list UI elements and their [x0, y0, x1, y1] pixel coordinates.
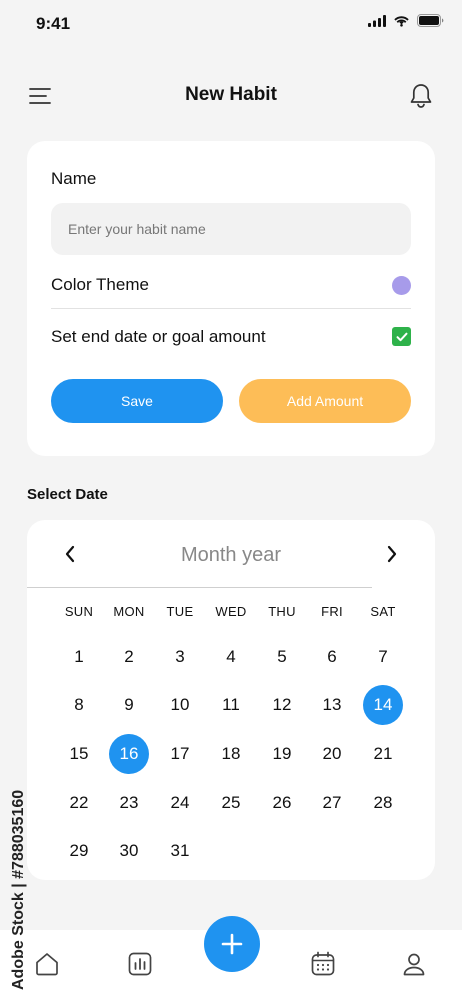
weekday-sun: SUN: [64, 604, 94, 619]
calendar-day[interactable]: 12: [262, 685, 302, 725]
weekday-wed: WED: [215, 604, 247, 619]
weekday-fri: FRI: [321, 604, 343, 619]
calendar-card: Month year SUN MON TUE WED THU FRI SAT 1234567…: [27, 520, 435, 880]
stats-icon[interactable]: [126, 950, 154, 978]
calendar-day[interactable]: 21: [363, 734, 403, 774]
calendar-day[interactable]: 5: [262, 637, 302, 677]
wifi-icon: [394, 15, 409, 27]
weekday-sat: SAT: [370, 604, 396, 619]
calendar-day[interactable]: 17: [160, 734, 200, 774]
calendar-day[interactable]: 1: [59, 637, 99, 677]
calendar-day[interactable]: 9: [109, 685, 149, 725]
calendar-day[interactable]: 23: [109, 783, 149, 823]
calendar-day[interactable]: 11: [211, 685, 251, 725]
calendar-icon[interactable]: [309, 950, 337, 978]
add-habit-fab[interactable]: [204, 916, 260, 972]
bell-icon[interactable]: [408, 82, 434, 110]
weekday-row: SUN MON TUE WED THU FRI SAT: [27, 604, 435, 624]
end-date-row[interactable]: Set end date or goal amount: [51, 321, 411, 357]
header: New Habit: [0, 72, 462, 120]
status-icons: [368, 14, 444, 27]
calendar-month-title: Month year: [180, 544, 282, 566]
check-icon: [396, 332, 407, 341]
calendar-day[interactable]: 24: [160, 783, 200, 823]
color-theme-swatch[interactable]: [392, 276, 411, 295]
calendar-day[interactable]: 10: [160, 685, 200, 725]
select-date-heading: Select Date: [27, 486, 108, 503]
status-bar: 9:41: [0, 0, 462, 48]
status-time: 9:41: [36, 14, 71, 33]
color-theme-row[interactable]: Color Theme: [51, 269, 411, 309]
calendar-day[interactable]: 29: [59, 831, 99, 871]
signal-icon: [368, 14, 386, 27]
plus-icon: [221, 933, 243, 955]
calendar-day-selected[interactable]: 14: [363, 685, 403, 725]
calendar-day[interactable]: 4: [211, 637, 251, 677]
habit-form-card: Name Color Theme Set end date or goal am…: [27, 141, 435, 456]
home-icon[interactable]: [33, 950, 61, 978]
calendar-day[interactable]: 20: [312, 734, 352, 774]
calendar-day[interactable]: 8: [59, 685, 99, 725]
habit-name-input[interactable]: [51, 203, 411, 255]
weekday-mon: MON: [113, 604, 145, 619]
chevron-right-icon[interactable]: [385, 544, 399, 564]
calendar-day[interactable]: 27: [312, 783, 352, 823]
calendar-day[interactable]: 28: [363, 783, 403, 823]
calendar-day[interactable]: 15: [59, 734, 99, 774]
add-amount-button[interactable]: Add Amount: [239, 379, 411, 423]
weekday-thu: THU: [268, 604, 296, 619]
calendar-day[interactable]: 25: [211, 783, 251, 823]
calendar-day-selected[interactable]: 16: [109, 734, 149, 774]
color-theme-label: Color Theme: [51, 275, 149, 294]
calendar-day[interactable]: 30: [109, 831, 149, 871]
calendar-day[interactable]: 26: [262, 783, 302, 823]
name-label: Name: [51, 169, 97, 188]
calendar-day[interactable]: 6: [312, 637, 352, 677]
end-date-label: Set end date or goal amount: [51, 327, 266, 346]
profile-icon[interactable]: [400, 950, 428, 978]
weekday-tue: TUE: [166, 604, 194, 619]
calendar-divider: [27, 587, 372, 588]
calendar-day[interactable]: 19: [262, 734, 302, 774]
calendar-day[interactable]: 18: [211, 734, 251, 774]
end-date-checkbox[interactable]: [392, 327, 411, 346]
save-button[interactable]: Save: [51, 379, 223, 423]
stock-watermark: Adobe Stock | #788035160: [10, 789, 27, 990]
page-title: New Habit: [185, 84, 277, 105]
calendar-day[interactable]: 31: [160, 831, 200, 871]
calendar-day[interactable]: 13: [312, 685, 352, 725]
calendar-day[interactable]: 7: [363, 637, 403, 677]
calendar-day[interactable]: 3: [160, 637, 200, 677]
calendar-day[interactable]: 2: [109, 637, 149, 677]
calendar-day[interactable]: 22: [59, 783, 99, 823]
battery-icon: [417, 14, 444, 27]
